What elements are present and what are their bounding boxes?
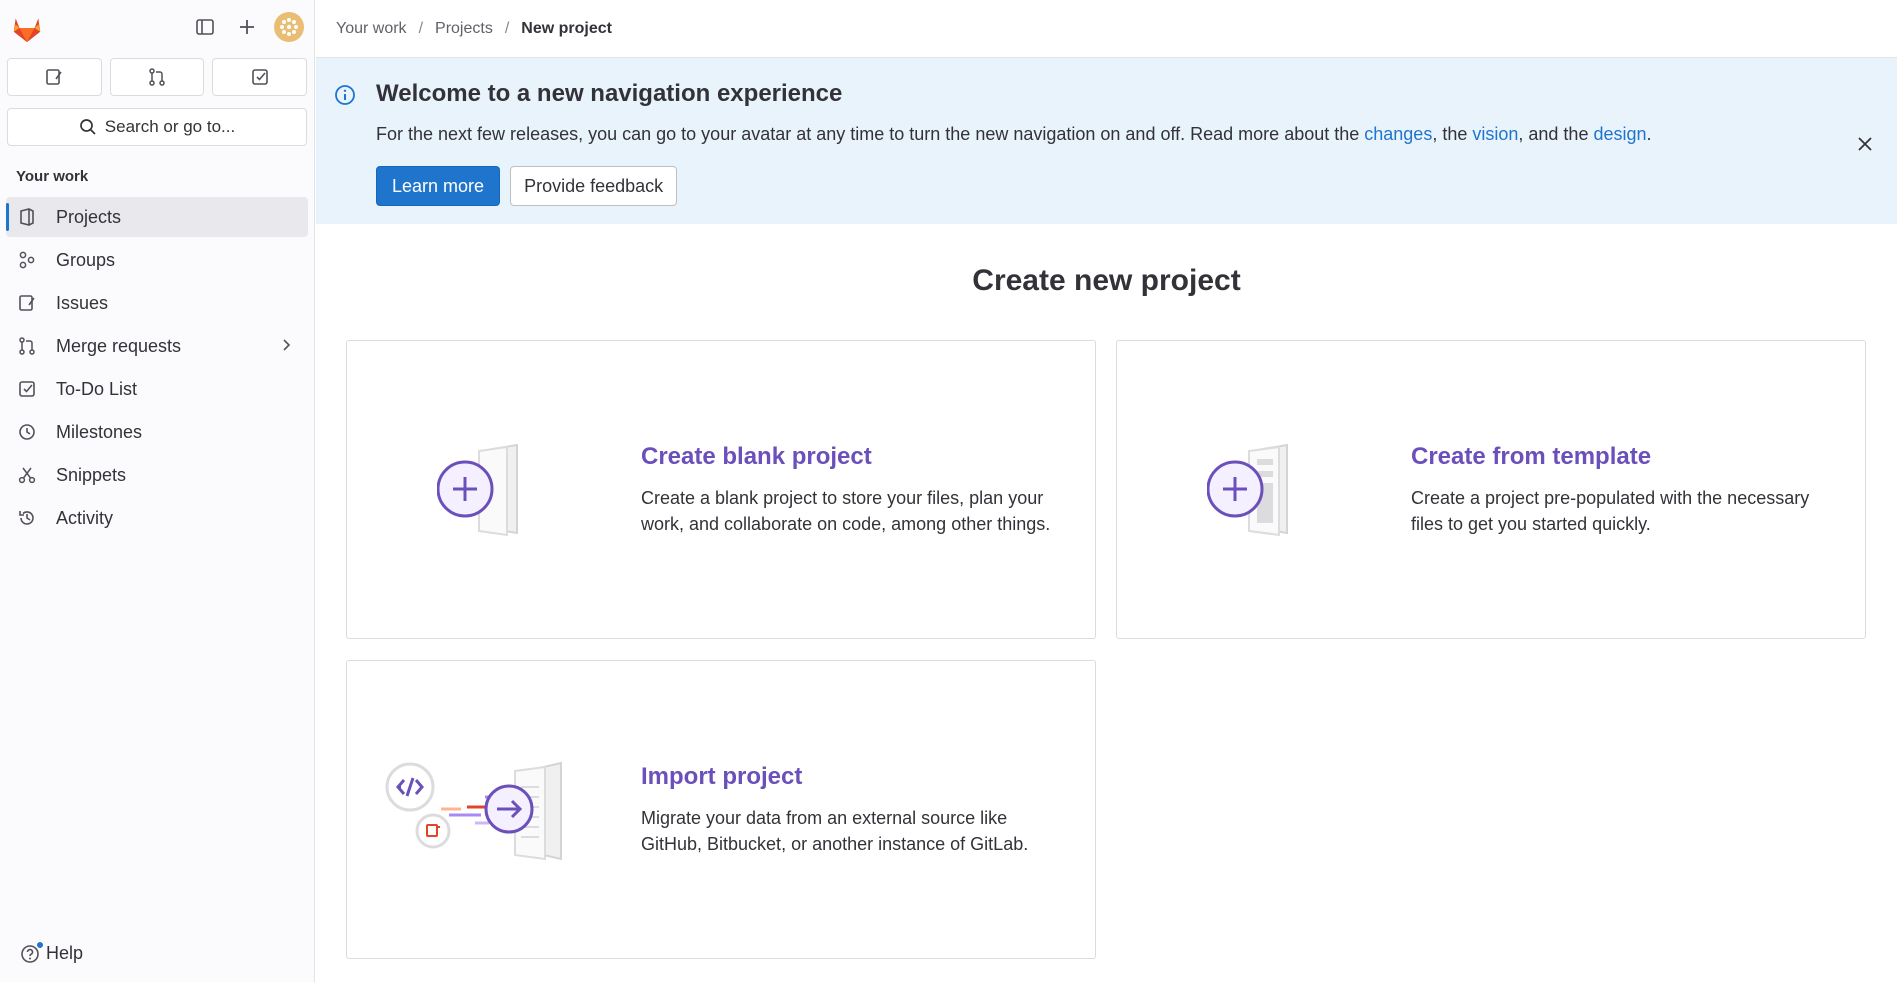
search-label: Search or go to... xyxy=(104,117,236,136)
notification-dot xyxy=(36,940,44,949)
search-button[interactable]: Search or go to... xyxy=(7,108,307,146)
card-title: Import project xyxy=(641,763,803,790)
breadcrumb-projects[interactable]: Projects xyxy=(435,20,493,38)
sidebar-item-label: Snippets xyxy=(56,464,127,485)
design-link[interactable]: design xyxy=(1593,124,1646,144)
sidebar-section-title: Your work xyxy=(16,168,89,185)
template-project-illustration xyxy=(1207,443,1288,537)
navigation-banner: Welcome to a new navigation experience F… xyxy=(316,58,1897,224)
banner-text: For the next few releases, you can go to… xyxy=(376,124,1897,145)
banner-text-part: , and the xyxy=(1518,124,1594,144)
sidebar-item-label: Activity xyxy=(56,507,114,528)
card-description: Migrate your data from an external sourc… xyxy=(641,808,1029,854)
sidebar-item-label: Issues xyxy=(56,292,109,313)
todos-counter-button[interactable] xyxy=(212,58,308,96)
breadcrumb-new-project[interactable]: New project xyxy=(521,20,612,38)
main-content: Your work / Projects / New project Welco… xyxy=(316,0,1897,982)
search-icon xyxy=(79,119,96,135)
card-description: Create a blank project to store your fil… xyxy=(641,488,1051,534)
sidebar-item-label: Projects xyxy=(56,206,122,227)
vision-link[interactable]: vision xyxy=(1472,124,1518,144)
help-button[interactable]: Help xyxy=(20,940,84,964)
issues-icon xyxy=(16,292,38,314)
todo-icon xyxy=(251,69,268,85)
create-from-template-card[interactable]: Create from template Create a project pr… xyxy=(1116,340,1866,639)
sidebar-nav: Projects Groups Issues Merge requests To… xyxy=(0,197,314,538)
activity-icon xyxy=(16,507,38,529)
merge-requests-counter-button[interactable] xyxy=(109,58,205,96)
issues-icon xyxy=(46,69,62,85)
banner-text-part: For the next few releases, you can go to… xyxy=(376,124,1365,144)
import-project-illustration xyxy=(385,761,562,861)
breadcrumb-separator: / xyxy=(504,19,510,37)
breadcrumb-your-work[interactable]: Your work xyxy=(336,20,407,38)
snippet-icon xyxy=(16,464,38,486)
page-title: Create new project xyxy=(972,264,1241,297)
sidebar-item-groups[interactable]: Groups xyxy=(6,240,308,280)
sidebar-item-issues[interactable]: Issues xyxy=(6,283,308,323)
help-icon xyxy=(20,940,44,964)
sidebar-item-projects[interactable]: Projects xyxy=(6,197,308,237)
sidebar-item-snippets[interactable]: Snippets xyxy=(6,455,308,495)
help-label: Help xyxy=(46,943,84,963)
card-text: Create blank project Create a blank proj… xyxy=(641,443,1071,537)
issues-counter-button[interactable] xyxy=(7,58,102,96)
card-text: Import project Migrate your data from an… xyxy=(641,763,1071,857)
milestone-icon xyxy=(16,421,38,443)
import-project-card[interactable]: Import project Migrate your data from an… xyxy=(346,660,1096,959)
sidebar-item-label: Groups xyxy=(56,249,116,270)
card-title: Create from template xyxy=(1411,443,1652,470)
banner-title: Welcome to a new navigation experience xyxy=(376,80,843,107)
banner-text-part: . xyxy=(1646,124,1652,144)
sidebar-item-todo-list[interactable]: To-Do List xyxy=(6,369,308,409)
breadcrumb-separator: / xyxy=(418,19,424,37)
breadcrumb: Your work / Projects / New project xyxy=(316,0,1897,58)
banner-text-part: , the xyxy=(1432,124,1473,144)
project-icon xyxy=(16,206,38,228)
gitlab-logo[interactable] xyxy=(10,11,44,45)
sidebar-item-activity[interactable]: Activity xyxy=(6,498,308,538)
plus-icon[interactable] xyxy=(232,12,262,42)
card-description: Create a project pre-populated with the … xyxy=(1411,488,1810,534)
merge-request-icon xyxy=(16,335,38,357)
todo-icon xyxy=(16,378,38,400)
blank-project-illustration xyxy=(437,443,518,537)
learn-more-button[interactable]: Learn more xyxy=(376,166,501,206)
sidebar-item-label: Milestones xyxy=(56,421,143,442)
info-icon xyxy=(335,85,355,105)
chevron-right-icon[interactable] xyxy=(278,337,294,353)
avatar[interactable] xyxy=(274,12,304,42)
sidebar-item-label: Merge requests xyxy=(56,335,182,356)
sidebar-item-merge-requests[interactable]: Merge requests xyxy=(6,326,308,366)
close-icon[interactable] xyxy=(1857,136,1873,152)
sidebar-item-milestones[interactable]: Milestones xyxy=(6,412,308,452)
card-text: Create from template Create a project pr… xyxy=(1411,443,1841,537)
sidebar-header xyxy=(0,0,314,56)
create-blank-project-card[interactable]: Create blank project Create a blank proj… xyxy=(346,340,1096,639)
sidebar: Search or go to... Your work Projects Gr… xyxy=(0,0,315,982)
sidebar-toggle-icon[interactable] xyxy=(190,12,220,42)
card-title: Create blank project xyxy=(641,443,872,470)
sidebar-counters xyxy=(0,58,314,96)
provide-feedback-button[interactable]: Provide feedback xyxy=(510,166,678,206)
changes-link[interactable]: changes xyxy=(1364,124,1432,144)
banner-actions: Learn more Provide feedback xyxy=(376,166,1897,206)
group-icon xyxy=(16,249,38,271)
merge-request-icon xyxy=(149,68,165,86)
sidebar-item-label: To-Do List xyxy=(56,378,138,399)
